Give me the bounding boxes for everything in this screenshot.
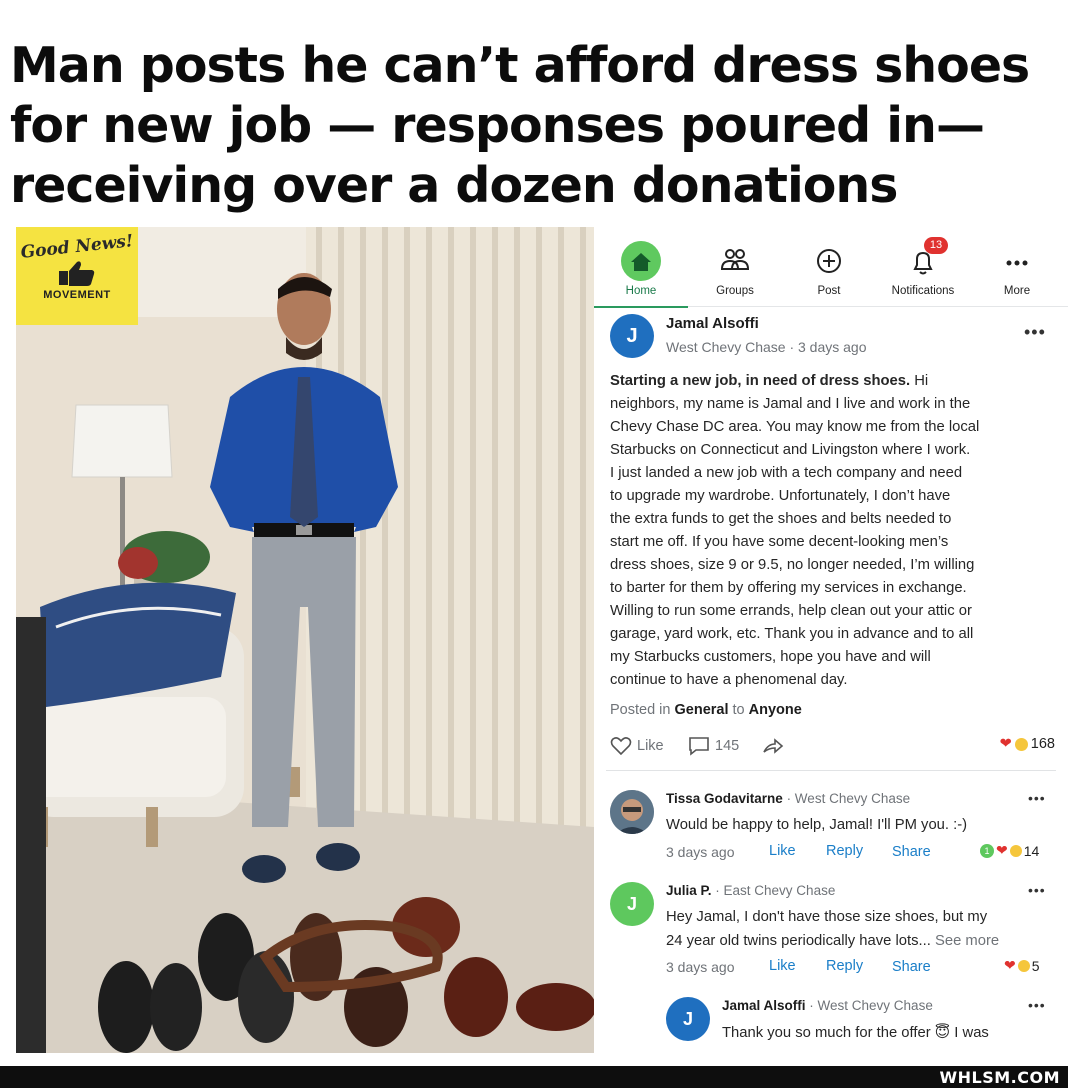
headline-line-2: for new job — responses poured in— <box>10 97 985 154</box>
comment-avatar-photo[interactable] <box>610 790 654 834</box>
post-author-avatar[interactable]: J <box>610 314 654 358</box>
nav-post[interactable]: Post <box>782 227 876 307</box>
post-line: Starting a new job, in need of dress sho… <box>610 373 929 389</box>
nav-groups-label: Groups <box>716 285 754 297</box>
comment-share-button[interactable]: Share <box>892 959 931 975</box>
comment-reactions[interactable]: 1 ❤ 14 <box>980 842 1039 859</box>
heart-outline-icon <box>610 737 632 756</box>
nav-more-label: More <box>1003 285 1031 297</box>
share-arrow-icon <box>763 738 784 754</box>
photo-illustration <box>16 227 594 1053</box>
comment-reply-button[interactable]: Reply <box>826 958 863 974</box>
heart-reaction-icon: ❤ <box>1004 957 1016 973</box>
post-body: Starting a new job, in need of dress sho… <box>610 370 1050 692</box>
post-actions: Like 145 ❤ 168 <box>610 733 1055 759</box>
comment-reply-button[interactable]: Reply <box>826 843 863 859</box>
heart-reaction-icon: ❤ <box>996 842 1008 858</box>
more-dots-icon <box>1006 260 1028 266</box>
comment-more-options-icon[interactable]: ••• <box>1028 883 1046 897</box>
nav-home-label: Home <box>625 285 657 297</box>
comment-share-button[interactable]: Share <box>892 844 931 860</box>
post-line: Starbucks on Connecticut and Livingston … <box>610 442 971 458</box>
like-label: Like <box>637 738 664 754</box>
post-line: I just landed a new job with a tech comp… <box>610 465 963 481</box>
comment-like-button[interactable]: Like <box>769 958 796 974</box>
nav-post-label: Post <box>817 285 841 297</box>
reply-author-avatar[interactable]: J <box>666 997 710 1041</box>
nav-groups[interactable]: Groups <box>688 227 782 307</box>
comment-author[interactable]: Julia P. · East Chevy Chase <box>666 883 835 898</box>
home-icon <box>621 241 661 281</box>
thumbs-up-icon <box>59 261 95 286</box>
comment-text-line-2: 24 year old twins periodically have lots… <box>666 933 1000 949</box>
comment-bubble-icon <box>689 737 709 756</box>
comment-time: 3 days ago <box>666 844 735 860</box>
nav-more[interactable]: More <box>970 227 1064 307</box>
good-news-movement-logo: Good News! MOVEMENT <box>16 227 138 325</box>
comment-count: 145 <box>715 738 740 754</box>
post-line: the extra funds to get the shoes and bel… <box>610 511 952 527</box>
badge-movement-text: MOVEMENT <box>43 289 111 301</box>
post-line: Willing to run some errands, help clean … <box>610 603 972 619</box>
headline: Man posts he can’t afford dress shoes fo… <box>10 36 1066 216</box>
comment-button[interactable]: 145 <box>688 733 739 759</box>
post-meta: West Chevy Chase · 3 days ago <box>666 339 867 355</box>
posted-in-line: Posted in General to Anyone <box>610 702 802 718</box>
plus-circle-icon <box>817 249 841 273</box>
post-line: garage, yard work, etc. Thank you in adv… <box>610 626 974 642</box>
posted-audience: Anyone <box>748 702 802 718</box>
post-reactions[interactable]: ❤ 168 <box>1000 736 1055 752</box>
comment-like-button[interactable]: Like <box>769 843 796 859</box>
comment-more-options-icon[interactable]: ••• <box>1028 791 1046 805</box>
post-line: dress shoes, size 9 or 9.5, no longer ne… <box>610 557 975 573</box>
posted-group-link[interactable]: General <box>675 702 729 718</box>
share-button[interactable] <box>762 733 784 759</box>
reply-author[interactable]: Jamal Alsoffi · West Chevy Chase <box>722 998 933 1013</box>
app-nav-bar: Home Groups Post 13 Notifications More <box>594 227 1068 308</box>
post-title: Starting a new job, in need of dress sho… <box>610 373 911 389</box>
like-button[interactable]: Like <box>610 733 664 759</box>
plus-one-icon: 1 <box>980 843 994 858</box>
post-more-options-icon[interactable]: ••• <box>1024 323 1046 341</box>
reply-more-options-icon[interactable]: ••• <box>1028 998 1046 1012</box>
nav-home[interactable]: Home <box>594 227 688 308</box>
comment-text: Would be happy to help, Jamal! I'll PM y… <box>666 817 968 833</box>
post-line: my Starbucks customers, hope you have an… <box>610 649 931 665</box>
comment-author-avatar[interactable]: J <box>610 882 654 926</box>
post-line: neighbors, my name is Jamal and I live a… <box>610 396 971 412</box>
comments-divider <box>606 770 1056 771</box>
groups-icon <box>720 249 750 270</box>
photo-man-with-shoes: Good News! MOVEMENT <box>16 227 594 1053</box>
smile-reaction-icon <box>1014 737 1028 751</box>
post-author-name[interactable]: Jamal Alsoffi <box>666 315 759 332</box>
comment-text: Hey Jamal, I don't have those size shoes… <box>666 909 988 925</box>
post-line: continue to have a phenomenal day. <box>610 672 848 688</box>
post-line: to barter for them by offering my servic… <box>610 580 967 596</box>
headline-line-1: Man posts he can’t afford dress shoes <box>10 37 1030 94</box>
post-line: to upgrade my wardrobe. Unfortunately, I… <box>610 488 951 504</box>
notification-count-badge: 13 <box>924 237 948 254</box>
site-brand: WHLSM.COM <box>939 1068 1060 1087</box>
heart-reaction-icon: ❤ <box>999 736 1012 752</box>
headline-line-3: receiving over a dozen donations <box>10 157 898 214</box>
reply-text: Thank you so much for the offer 😇 I was <box>722 1025 989 1041</box>
comment-reactions[interactable]: ❤ 5 <box>1004 957 1040 974</box>
smile-reaction-icon <box>1009 844 1022 857</box>
nav-notifications[interactable]: 13 Notifications <box>876 227 970 307</box>
see-more-link[interactable]: See more <box>935 933 999 949</box>
smile-reaction-icon <box>1017 959 1030 972</box>
social-app-post-screenshot: Home Groups Post 13 Notifications More J… <box>594 227 1068 1053</box>
post-line: Chevy Chase DC area. You may know me fro… <box>610 419 980 435</box>
comment-time: 3 days ago <box>666 959 735 975</box>
comment-author[interactable]: Tissa Godavitarne · West Chevy Chase <box>666 791 910 806</box>
person-photo-icon <box>610 790 654 834</box>
post-line: start me off. If you have some decent-lo… <box>610 534 949 550</box>
nav-active-underline <box>594 306 688 308</box>
footer-bar: WHLSM.COM <box>0 1066 1068 1088</box>
nav-notifications-label: Notifications <box>891 285 955 297</box>
reaction-total: 168 <box>1030 736 1055 752</box>
